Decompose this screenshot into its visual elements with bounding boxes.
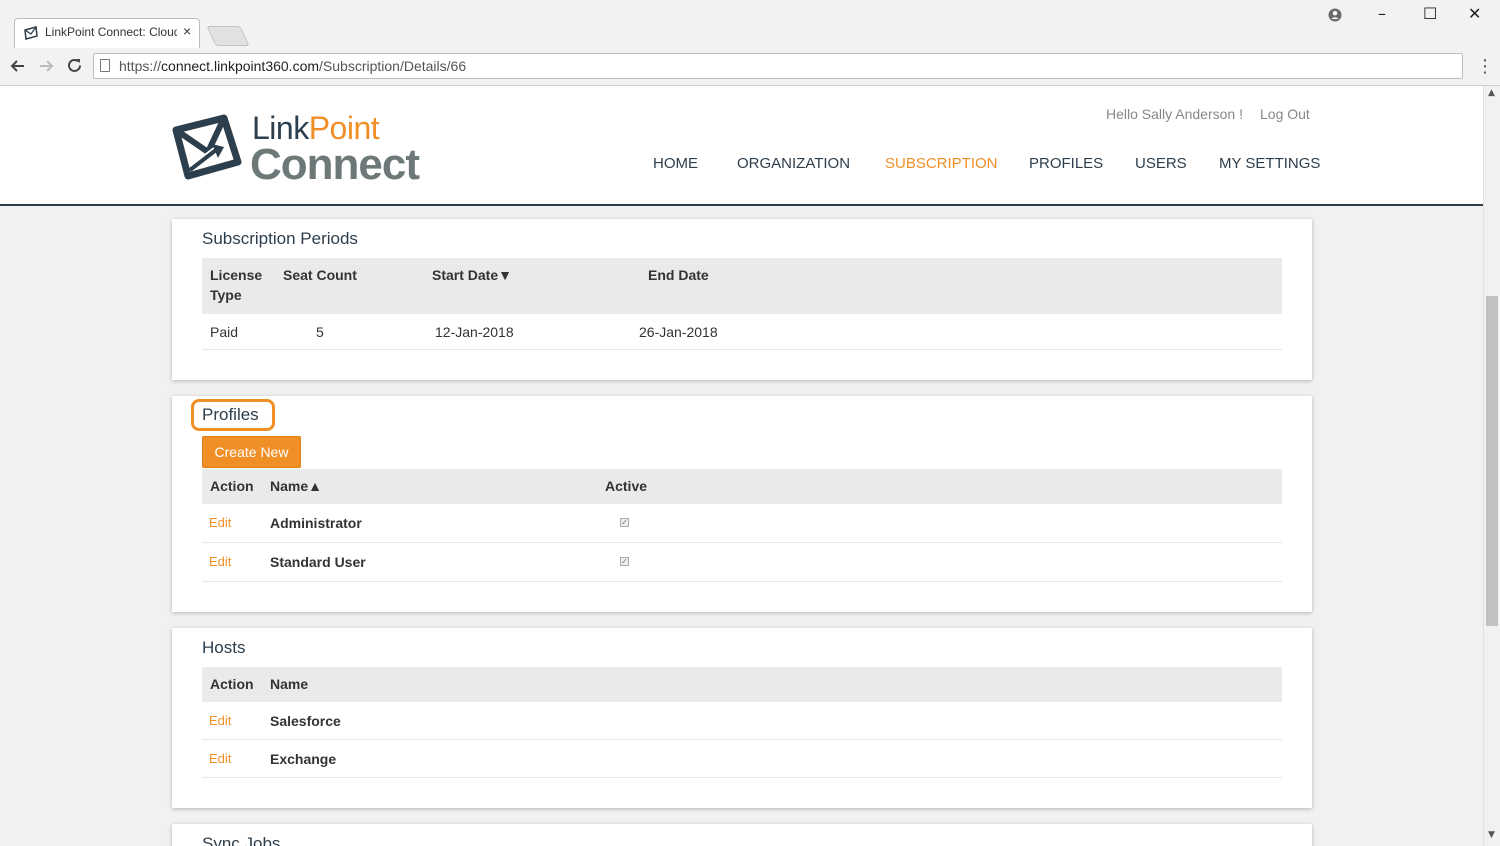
scroll-up-icon[interactable]: ▲ — [1488, 88, 1495, 98]
subscription-periods-card: Subscription Periods License Type Seat C… — [172, 219, 1312, 380]
table-row: Edit Salesforce — [202, 702, 1282, 740]
nav-profiles[interactable]: PROFILES — [1029, 155, 1103, 172]
tab-title: LinkPoint Connect: Cloud — [45, 25, 177, 39]
envelope-icon — [24, 26, 38, 40]
maximize-icon[interactable]: ☐ — [1423, 4, 1437, 23]
user-greeting: Hello Sally Anderson ! — [1106, 106, 1243, 122]
col-action: Action — [210, 478, 254, 494]
col-license[interactable]: License — [210, 265, 262, 286]
create-new-button[interactable]: Create New — [202, 436, 301, 468]
edit-link[interactable]: Edit — [209, 713, 231, 728]
address-bar[interactable]: https://connect.linkpoint360.com/Subscri… — [93, 53, 1463, 79]
user-circle-icon[interactable] — [1328, 8, 1342, 22]
page-content: LinkPoint Connect Hello Sally Anderson !… — [0, 86, 1483, 846]
browser-tab[interactable]: LinkPoint Connect: Cloud × — [14, 18, 200, 48]
edit-link[interactable]: Edit — [209, 751, 231, 766]
subscription-periods-title: Subscription Periods — [202, 229, 358, 248]
table-row: Edit Exchange — [202, 740, 1282, 778]
col-active[interactable]: Active — [605, 476, 647, 497]
scroll-down-icon[interactable]: ▼ — [1488, 830, 1495, 840]
subscription-table-header: License Type Seat Count Start Date▼ End … — [202, 258, 1282, 314]
table-row: Paid 5 12-Jan-2018 26-Jan-2018 — [202, 314, 1282, 350]
forward-icon[interactable] — [38, 58, 54, 74]
hosts-card: Hosts Action Name Edit Salesforce Edit E… — [172, 628, 1312, 808]
active-checkbox: ✓ — [620, 518, 629, 527]
nav-subscription[interactable]: SUBSCRIPTION — [885, 155, 998, 172]
page-scrollbar[interactable]: ▲ ▼ — [1483, 86, 1500, 846]
cell-seat-count: 5 — [316, 324, 324, 340]
profiles-table-header: Action Name▲ Active — [202, 469, 1282, 504]
minimize-icon[interactable]: – — [1378, 4, 1386, 23]
cell-start-date: 12-Jan-2018 — [435, 324, 514, 340]
active-checkbox: ✓ — [620, 557, 629, 566]
col-action: Action — [210, 676, 254, 692]
hosts-table-header: Action Name — [202, 667, 1282, 702]
nav-organization[interactable]: ORGANIZATION — [737, 155, 850, 172]
scroll-thumb[interactable] — [1486, 296, 1498, 626]
page-info-icon[interactable] — [100, 59, 110, 72]
col-start-date[interactable]: Start Date▼ — [432, 265, 512, 286]
sync-jobs-title: Sync Jobs — [202, 834, 281, 846]
linkpoint-logo[interactable]: LinkPoint Connect — [172, 108, 432, 189]
kebab-menu-icon[interactable]: ⋮ — [1476, 56, 1494, 77]
close-window-icon[interactable]: ✕ — [1468, 4, 1481, 23]
reload-icon[interactable] — [66, 57, 83, 74]
table-row: Edit Administrator ✓ — [202, 504, 1282, 543]
new-tab-button[interactable] — [206, 26, 250, 46]
cell-end-date: 26-Jan-2018 — [639, 324, 718, 340]
logo-text-connect: Connect — [250, 140, 420, 189]
hosts-title: Hosts — [202, 638, 246, 657]
col-seat-count[interactable]: Seat Count — [283, 265, 357, 286]
sync-jobs-card: Sync Jobs — [172, 824, 1312, 846]
profiles-card: Profiles Create New Action Name▲ Active … — [172, 396, 1312, 612]
nav-users[interactable]: USERS — [1135, 155, 1187, 172]
back-icon[interactable] — [10, 58, 26, 74]
col-type[interactable]: Type — [210, 285, 242, 306]
site-header: LinkPoint Connect Hello Sally Anderson !… — [0, 86, 1483, 206]
profile-name: Administrator — [270, 515, 362, 531]
profile-name: Standard User — [270, 554, 366, 570]
col-name[interactable]: Name▲ — [270, 476, 322, 497]
tab-close-icon[interactable]: × — [183, 23, 191, 39]
table-row: Edit Standard User ✓ — [202, 543, 1282, 582]
col-name: Name — [270, 676, 309, 692]
host-name: Salesforce — [270, 713, 341, 729]
profiles-title: Profiles — [202, 405, 259, 424]
cell-license-type: Paid — [210, 324, 239, 340]
browser-chrome: LinkPoint Connect: Cloud × – ☐ ✕ https:/… — [0, 0, 1500, 86]
nav-my-settings[interactable]: MY SETTINGS — [1219, 155, 1320, 172]
logo-envelope-icon — [172, 114, 242, 180]
nav-home[interactable]: HOME — [653, 155, 698, 172]
edit-link[interactable]: Edit — [209, 515, 231, 530]
col-end-date[interactable]: End Date — [648, 265, 709, 286]
host-name: Exchange — [270, 751, 337, 767]
url-text: https://connect.linkpoint360.com/Subscri… — [119, 58, 467, 74]
logout-link[interactable]: Log Out — [1260, 106, 1310, 122]
edit-link[interactable]: Edit — [209, 554, 231, 569]
